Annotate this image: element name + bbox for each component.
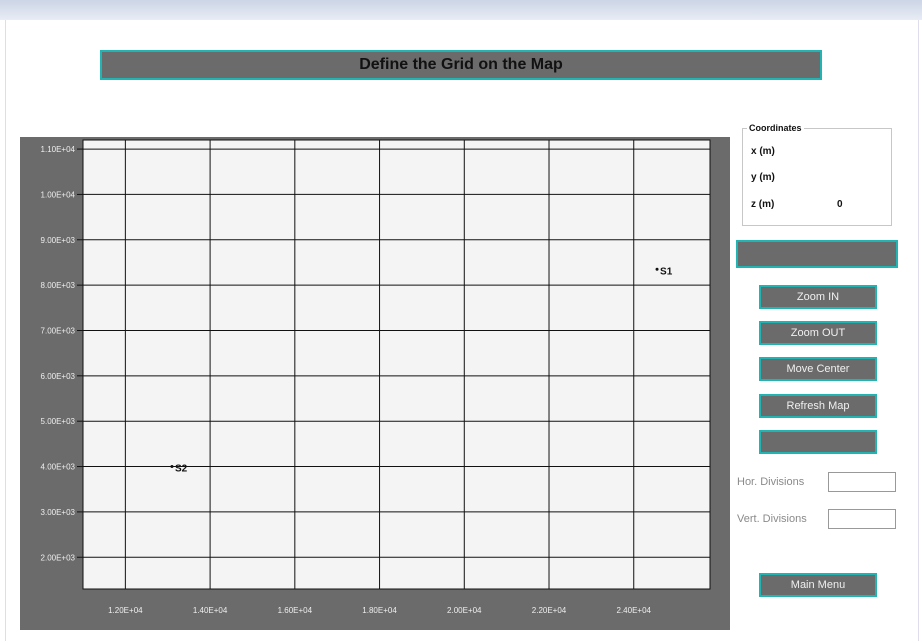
map-panel[interactable]: 1.20E+04 1.40E+04 1.60E+04 1.80E+04 2.00E+04… [20,137,730,630]
y-tick-label: 1.00E+04 [41,190,76,199]
page-title: Define the Grid on the Map [100,50,822,80]
y-tick-label: 4.00E+03 [41,463,76,472]
status-field [736,240,898,268]
y-tick-label: 6.00E+03 [41,372,76,381]
x-tick-label: 1.80E+04 [362,606,397,615]
window-top-bar [0,0,922,20]
map-point [170,465,174,469]
main-menu-button[interactable]: Main Menu [759,573,877,597]
map-point-label: S1 [660,266,673,277]
map-plot[interactable]: 1.20E+04 1.40E+04 1.60E+04 1.80E+04 2.00E+04… [20,137,730,630]
horizontal-divisions-input[interactable] [828,472,896,492]
x-tick-label: 1.40E+04 [193,606,228,615]
z-coordinate-label: z (m) [751,199,775,210]
x-tick-label: 2.00E+04 [447,606,482,615]
map-point [655,267,659,271]
refresh-map-button[interactable]: Refresh Map [759,394,877,418]
x-tick-label: 1.20E+04 [108,606,143,615]
horizontal-divisions-label: Hor. Divisions [737,476,805,488]
y-tick-label: 7.00E+03 [41,326,76,335]
y-tick-label: 8.00E+03 [41,281,76,290]
x-tick-label: 2.20E+04 [532,606,567,615]
zoom-out-button[interactable]: Zoom OUT [759,321,877,345]
zoom-in-button[interactable]: Zoom IN [759,285,877,309]
blank-button[interactable] [759,430,877,454]
x-tick-label: 2.40E+04 [617,606,652,615]
page-title-text: Define the Grid on the Map [359,56,563,73]
plot-area [83,140,710,589]
y-tick-label: 5.00E+03 [41,417,76,426]
coordinates-legend: Coordinates [747,123,804,133]
x-tick-label: 1.60E+04 [278,606,313,615]
y-tick-label: 9.00E+03 [41,236,76,245]
z-coordinate-value: 0 [837,199,843,210]
x-coordinate-label: x (m) [751,146,775,157]
vertical-divisions-input[interactable] [828,509,896,529]
y-tick-label: 3.00E+03 [41,508,76,517]
coordinates-group: Coordinates x (m) y (m) z (m) 0 [742,123,892,226]
y-tick-label: 1.10E+04 [41,145,76,154]
vertical-divisions-label: Vert. Divisions [737,513,807,525]
y-coordinate-label: y (m) [751,172,775,183]
map-point-label: S2 [175,464,188,475]
y-tick-label: 2.00E+03 [41,553,76,562]
move-center-button[interactable]: Move Center [759,357,877,381]
